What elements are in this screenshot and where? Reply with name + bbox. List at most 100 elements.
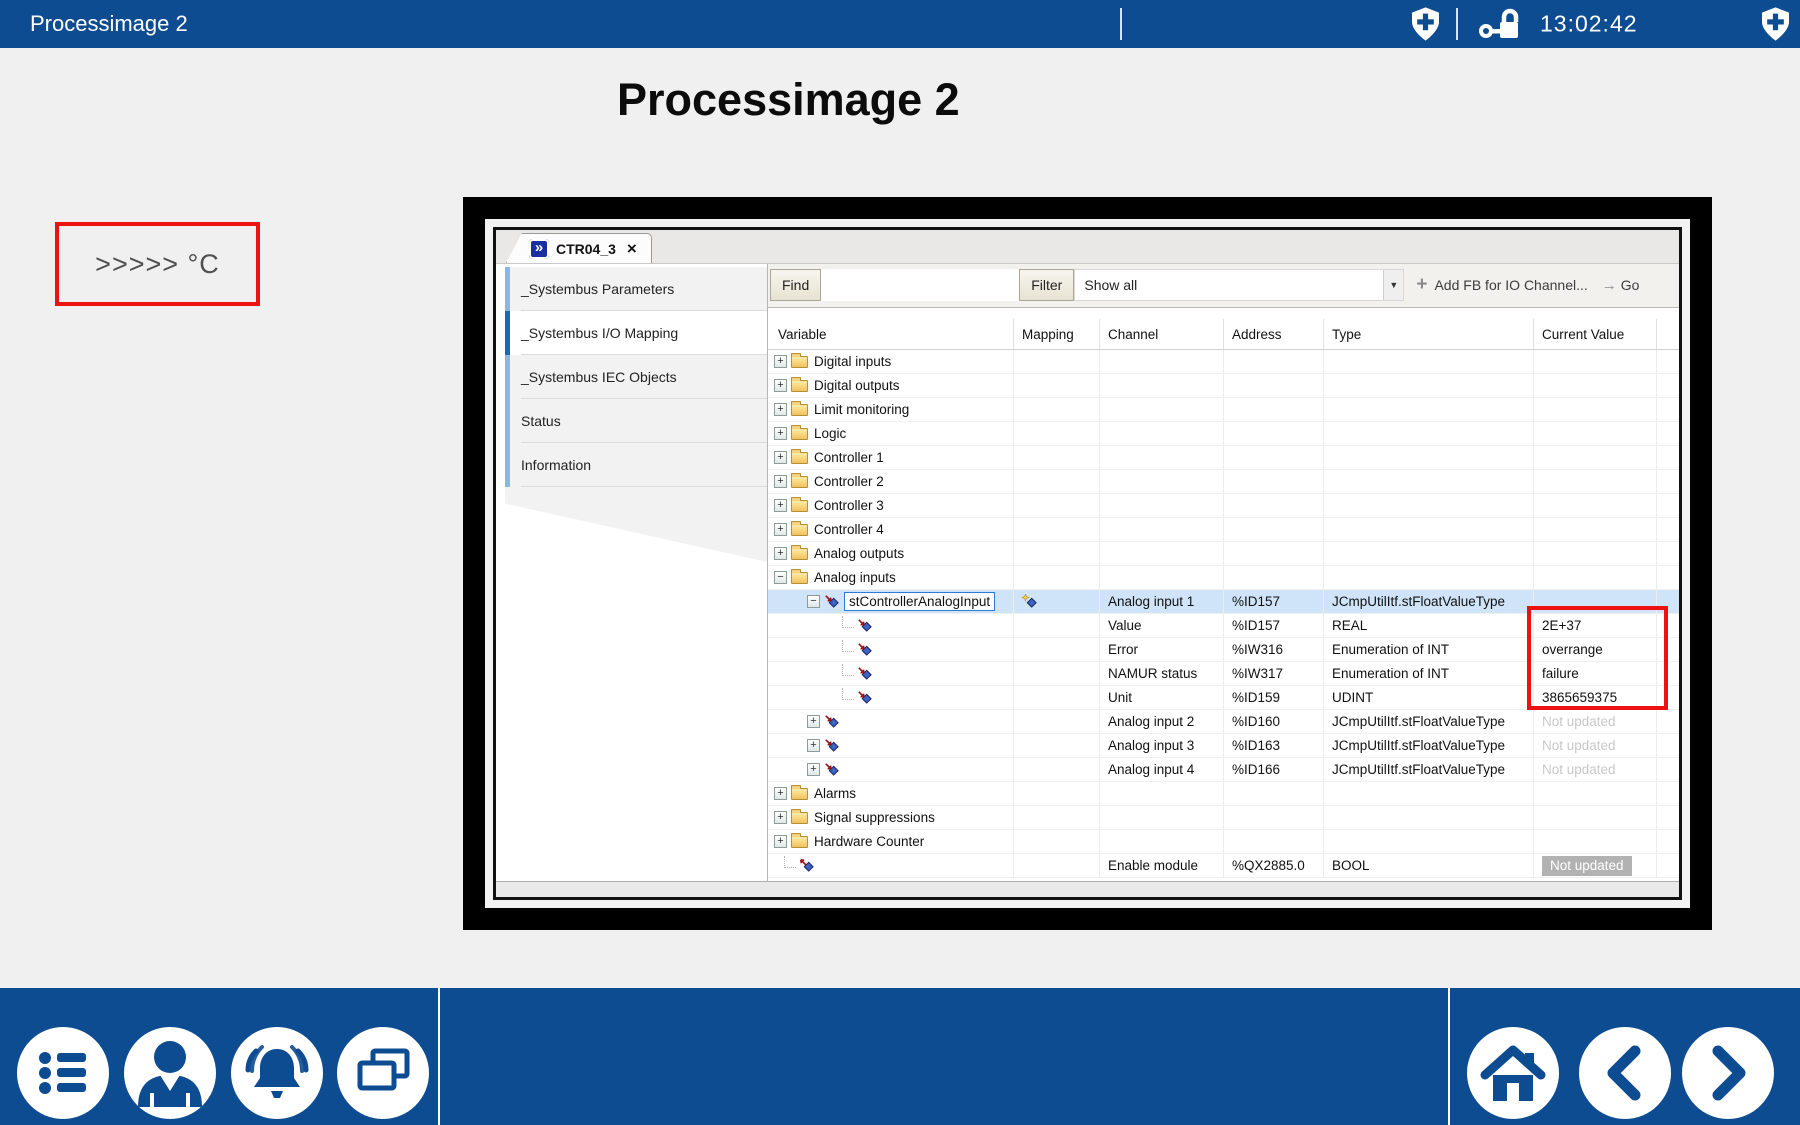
current-value-cell <box>1534 830 1657 853</box>
expand-icon[interactable]: + <box>774 835 787 848</box>
expand-icon[interactable]: + <box>774 355 787 368</box>
shield-plus-icon[interactable] <box>1412 7 1439 46</box>
user-icon[interactable] <box>124 1027 216 1119</box>
table-row[interactable]: + Controller 2 <box>768 470 1679 494</box>
table-row[interactable]: +Analog outputs <box>768 542 1679 566</box>
scrollbar-track[interactable] <box>496 881 1679 897</box>
type-cell <box>1324 422 1534 445</box>
type-cell <box>1324 494 1534 517</box>
tab-close-icon[interactable]: × <box>627 239 637 259</box>
channel-cell: Error <box>1100 638 1224 661</box>
type-cell: JCmpUtilItf.stFloatValueType <box>1324 758 1534 781</box>
add-fb-button[interactable]: Add FB for IO Channel... <box>1434 269 1587 301</box>
table-row[interactable]: +Analog input 3%ID163JCmpUtilItf.stFloat… <box>768 734 1679 758</box>
table-row[interactable]: +Hardware Counter <box>768 830 1679 854</box>
collapse-icon[interactable]: − <box>774 571 787 584</box>
column-header-mapping[interactable]: Mapping <box>1014 319 1100 349</box>
folder-icon <box>791 836 808 848</box>
table-row[interactable]: +Logic <box>768 422 1679 446</box>
table-row[interactable]: − Analog inputs <box>768 566 1679 590</box>
sidebar-item-status[interactable]: Status <box>505 399 767 443</box>
table-row[interactable]: −stControllerAnalogInputAnalog input 1%I… <box>768 590 1679 614</box>
sidebar-item--systembus-parameters[interactable]: _Systembus Parameters <box>505 267 767 311</box>
address-cell <box>1224 830 1324 853</box>
column-header-variable[interactable]: Variable <box>768 319 1014 349</box>
mapping-cell <box>1014 518 1100 541</box>
current-value-cell: overrange <box>1534 638 1657 661</box>
type-cell <box>1324 374 1534 397</box>
expand-icon[interactable]: + <box>807 715 820 728</box>
find-input[interactable] <box>821 269 1019 301</box>
table-row[interactable]: +Digital inputs <box>768 350 1679 374</box>
variable-cell: +Controller 1 <box>768 446 1014 469</box>
table-row[interactable]: Value%ID157REAL2E+37 <box>768 614 1679 638</box>
current-value: overrange <box>1542 642 1603 657</box>
address-cell: %ID163 <box>1224 734 1324 757</box>
tree-connector <box>842 640 854 652</box>
address-cell: %ID157 <box>1224 590 1324 613</box>
table-row[interactable]: Unit%ID159UDINT3865659375 <box>768 686 1679 710</box>
type-cell <box>1324 806 1534 829</box>
table-row[interactable]: +Controller 1 <box>768 446 1679 470</box>
expand-icon[interactable]: + <box>774 523 787 536</box>
table-row[interactable]: +Signal suppressions <box>768 806 1679 830</box>
screens-icon[interactable] <box>337 1027 429 1119</box>
go-to-instance-button[interactable]: Go <box>1621 269 1640 301</box>
current-value-cell <box>1534 782 1657 805</box>
key-lock-icon[interactable] <box>1478 8 1522 47</box>
expand-icon[interactable]: + <box>774 451 787 464</box>
row-label: Controller 2 <box>814 474 884 489</box>
table-row[interactable]: +Analog input 2%ID160JCmpUtilItf.stFloat… <box>768 710 1679 734</box>
current-value: Not updated <box>1542 714 1616 729</box>
current-value-cell: Not updated <box>1534 758 1657 781</box>
address-cell: %ID157 <box>1224 614 1324 637</box>
sidebar-item--systembus-i-o-mapping[interactable]: _Systembus I/O Mapping <box>505 311 767 355</box>
table-row[interactable]: Error%IW316Enumeration of INToverrange <box>768 638 1679 662</box>
table-row[interactable]: +Alarms <box>768 782 1679 806</box>
find-button[interactable]: Find <box>770 269 821 301</box>
column-header-channel[interactable]: Channel <box>1100 319 1224 349</box>
temperature-value: >>>>> °C <box>95 249 220 280</box>
table-row[interactable]: +Analog input 4%ID166JCmpUtilItf.stFloat… <box>768 758 1679 782</box>
previous-icon[interactable] <box>1579 1027 1671 1119</box>
shield-plus-icon[interactable] <box>1762 7 1789 46</box>
next-icon[interactable] <box>1682 1027 1774 1119</box>
expand-icon[interactable]: + <box>774 427 787 440</box>
current-value: 3865659375 <box>1542 690 1617 705</box>
expand-icon[interactable]: + <box>774 499 787 512</box>
clock: 13:02:42 <box>1540 11 1638 38</box>
expand-icon[interactable]: + <box>774 475 787 488</box>
filter-dropdown[interactable]: Show all ▼ <box>1074 269 1404 301</box>
channel-cell: Enable module <box>1100 854 1224 877</box>
expand-icon[interactable]: + <box>774 379 787 392</box>
expand-icon[interactable]: + <box>774 547 787 560</box>
expand-icon[interactable]: + <box>774 787 787 800</box>
expand-icon[interactable]: + <box>774 811 787 824</box>
column-header-current-value[interactable]: Current Value <box>1534 319 1657 349</box>
current-value: Not updated <box>1542 762 1616 777</box>
table-row[interactable]: NAMUR status%IW317Enumeration of INTfail… <box>768 662 1679 686</box>
sidebar-item--systembus-iec-objects[interactable]: _Systembus IEC Objects <box>505 355 767 399</box>
column-header-address[interactable]: Address <box>1224 319 1324 349</box>
column-header-type[interactable]: Type <box>1324 319 1534 349</box>
expand-icon[interactable]: + <box>807 763 820 776</box>
sidebar-item-information[interactable]: Information <box>505 443 767 487</box>
mapping-cell <box>1014 782 1100 805</box>
tab-ctr04-3[interactable]: » CTR04_3 × <box>506 233 652 263</box>
expand-icon[interactable]: + <box>807 739 820 752</box>
row-label: Analog inputs <box>814 570 896 585</box>
chevron-down-icon[interactable]: ▼ <box>1383 270 1403 300</box>
table-row[interactable]: +Digital outputs <box>768 374 1679 398</box>
table-row[interactable]: +Controller 3 <box>768 494 1679 518</box>
table-row[interactable]: Enable module%QX2885.0BOOLNot updated <box>768 854 1679 878</box>
table-row[interactable]: +Limit monitoring <box>768 398 1679 422</box>
collapse-icon[interactable]: − <box>807 595 820 608</box>
alarm-bell-icon[interactable] <box>231 1027 323 1119</box>
address-cell: %IW317 <box>1224 662 1324 685</box>
expand-icon[interactable]: + <box>774 403 787 416</box>
menu-icon[interactable] <box>17 1027 109 1119</box>
home-icon[interactable] <box>1467 1027 1559 1119</box>
table-row[interactable]: +Controller 4 <box>768 518 1679 542</box>
mapping-cell <box>1014 566 1100 589</box>
channel-cell <box>1100 830 1224 853</box>
